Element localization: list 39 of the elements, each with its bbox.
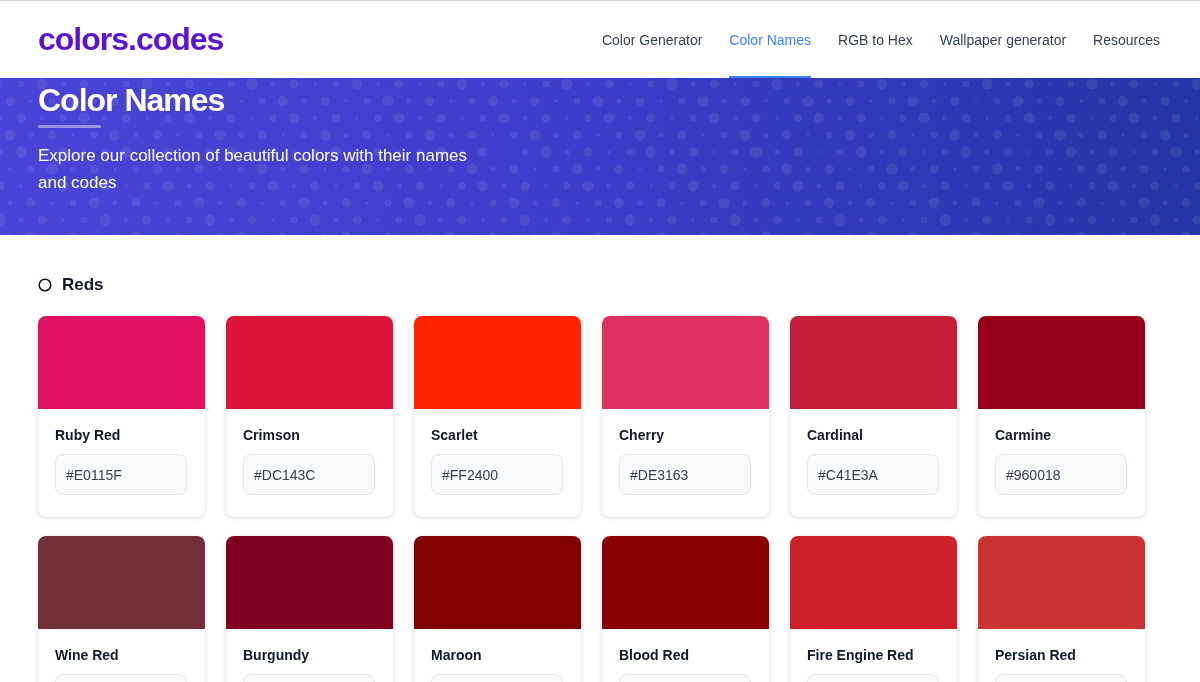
hex-code-field[interactable]: #C41E3A	[807, 454, 939, 495]
color-name: Wine Red	[55, 647, 120, 663]
color-name: Fire Engine Red	[807, 647, 915, 663]
color-card[interactable]: Maroon	[414, 536, 581, 682]
page-subtitle: Explore our collection of beautiful colors with their names and codes	[38, 145, 468, 194]
color-name: Cherry	[619, 427, 666, 443]
hex-code-field[interactable]: #DE3163	[619, 454, 751, 495]
color-name: Carmine	[995, 427, 1053, 443]
nav-link[interactable]: Color Generator	[601, 1, 703, 78]
color-card[interactable]: Ruby Red #E0115F	[38, 316, 205, 517]
color-name: Ruby Red	[55, 427, 122, 443]
color-name: Blood Red	[619, 647, 690, 663]
nav-link[interactable]: Wallpaper generator	[939, 1, 1067, 78]
hex-code-field[interactable]: #FF2400	[431, 454, 563, 495]
color-card[interactable]: Cardinal #C41E3A	[790, 316, 957, 517]
hex-code-field[interactable]: #960018	[995, 454, 1127, 495]
site-logo[interactable]: colors.codes	[38, 21, 224, 58]
nav-link[interactable]: Resources	[1093, 1, 1160, 78]
color-name: Persian Red	[995, 647, 1077, 663]
hex-code-field[interactable]: #E0115F	[55, 454, 187, 495]
color-card[interactable]: Cherry #DE3163	[602, 316, 769, 517]
nav-link[interactable]: RGB to Hex	[838, 1, 913, 78]
color-card[interactable]: Carmine #960018	[978, 316, 1145, 517]
color-card[interactable]: Wine Red	[38, 536, 205, 682]
circle-icon	[38, 278, 52, 292]
color-card[interactable]: Burgundy	[226, 536, 393, 682]
color-name: Crimson	[243, 427, 301, 443]
section-title: Reds	[62, 275, 104, 295]
page-title: Color Names	[38, 82, 226, 119]
color-card[interactable]: Scarlet #FF2400	[414, 316, 581, 517]
color-name: Scarlet	[431, 427, 479, 443]
color-card[interactable]: Crimson #DC143C	[226, 316, 393, 517]
color-card[interactable]: Fire Engine Red	[790, 536, 957, 682]
color-name: Maroon	[431, 647, 483, 663]
hex-code-field[interactable]: #DC143C	[243, 454, 375, 495]
color-name: Burgundy	[243, 647, 311, 663]
color-card[interactable]: Blood Red	[602, 536, 769, 682]
color-card[interactable]: Persian Red	[978, 536, 1145, 682]
color-name: Cardinal	[807, 427, 864, 443]
